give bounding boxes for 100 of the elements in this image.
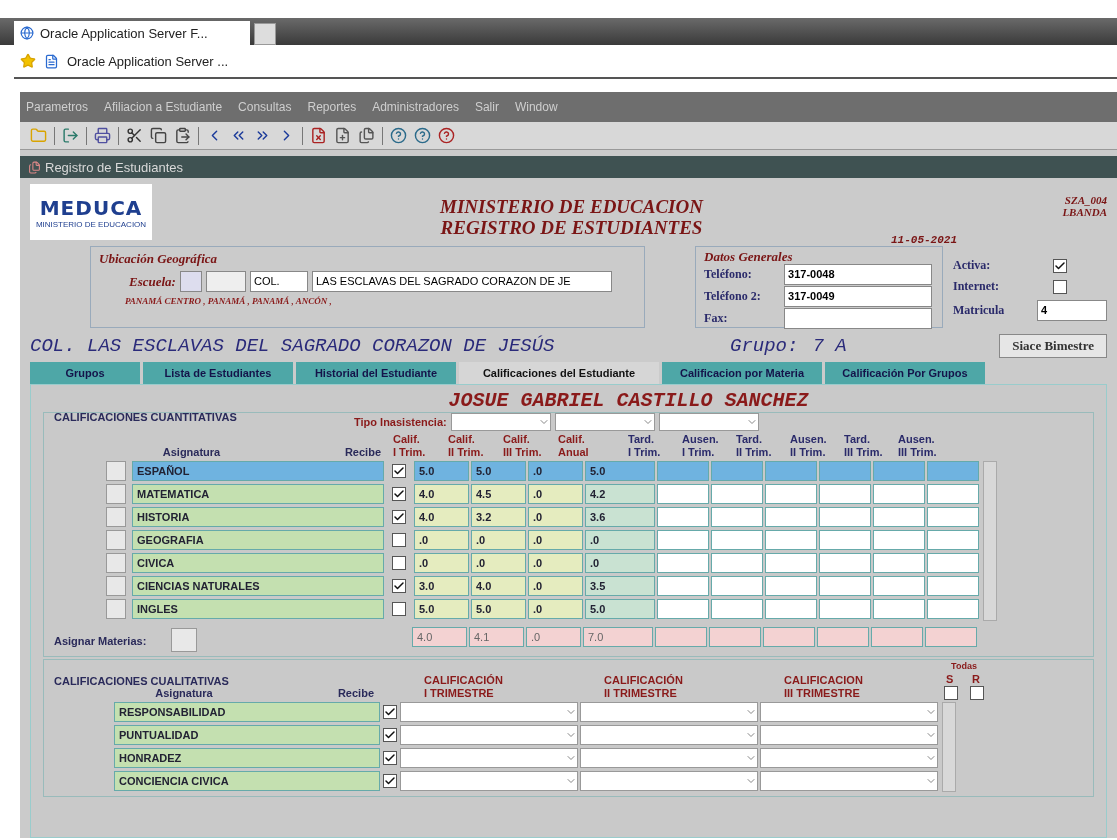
new-tab-button[interactable] xyxy=(254,23,276,45)
dropdown[interactable] xyxy=(580,725,758,745)
new-record-icon[interactable] xyxy=(334,127,351,144)
subject-cell[interactable]: ESPAÑOL xyxy=(132,461,384,481)
grade-cell[interactable]: 3.5 xyxy=(585,576,655,596)
dropdown[interactable] xyxy=(554,413,655,431)
row-button[interactable] xyxy=(106,553,126,573)
grade-cell[interactable]: .0 xyxy=(585,530,655,550)
receives-checkbox[interactable] xyxy=(383,728,397,742)
row-button[interactable] xyxy=(106,530,126,550)
receives-checkbox[interactable] xyxy=(392,602,406,616)
help-icon[interactable] xyxy=(414,127,431,144)
input-field[interactable]: 317-0049 xyxy=(784,286,933,307)
tab[interactable]: Lista de Estudiantes xyxy=(143,362,293,384)
folder-icon[interactable] xyxy=(30,127,47,144)
active-checkbox[interactable] xyxy=(1053,258,1067,273)
receives-checkbox[interactable] xyxy=(383,705,397,719)
dropdown[interactable] xyxy=(760,725,938,745)
help-icon[interactable] xyxy=(438,127,455,144)
dropdown[interactable] xyxy=(760,771,938,791)
dropdown[interactable] xyxy=(450,413,551,431)
dropdown[interactable] xyxy=(580,702,758,722)
grade-cell[interactable]: .0 xyxy=(414,530,469,550)
help-icon[interactable] xyxy=(390,127,407,144)
dropdown[interactable] xyxy=(760,702,938,722)
input-field[interactable] xyxy=(179,271,202,292)
absence-cell[interactable] xyxy=(711,507,763,527)
row-button[interactable] xyxy=(106,576,126,596)
absence-cell[interactable] xyxy=(657,530,709,550)
absence-cell[interactable] xyxy=(927,461,979,481)
paste-icon[interactable] xyxy=(174,127,191,144)
siace-button[interactable]: Siace Bimestre xyxy=(999,334,1107,358)
exit-icon[interactable] xyxy=(62,127,79,144)
grade-cell[interactable]: 5.0 xyxy=(414,599,469,619)
grade-cell[interactable]: 5.0 xyxy=(585,461,655,481)
absence-cell[interactable] xyxy=(927,507,979,527)
subject-cell[interactable]: CIVICA xyxy=(132,553,384,573)
dropdown[interactable] xyxy=(580,748,758,768)
receives-checkbox[interactable] xyxy=(392,510,406,524)
absence-cell[interactable] xyxy=(873,507,925,527)
absence-cell[interactable] xyxy=(873,599,925,619)
tab[interactable]: Calificaciones del Estudiante xyxy=(459,362,659,384)
subject-cell[interactable]: CIENCIAS NATURALES xyxy=(132,576,384,596)
absence-cell[interactable] xyxy=(657,599,709,619)
absence-cell[interactable] xyxy=(765,484,817,504)
grade-cell[interactable]: .0 xyxy=(471,553,526,573)
scrollbar[interactable] xyxy=(942,702,956,792)
grade-cell[interactable]: 3.0 xyxy=(414,576,469,596)
grade-cell[interactable]: .0 xyxy=(528,553,583,573)
absence-cell[interactable] xyxy=(873,576,925,596)
browser-tab[interactable]: Oracle Application Server F... xyxy=(14,21,250,45)
assign-button[interactable] xyxy=(171,628,197,652)
tab[interactable]: Calificacion por Materia xyxy=(662,362,822,384)
absence-cell[interactable] xyxy=(873,530,925,550)
delete-record-icon[interactable] xyxy=(310,127,327,144)
input-field[interactable]: COL. xyxy=(249,271,308,292)
absence-cell[interactable] xyxy=(765,576,817,596)
grade-cell[interactable]: .0 xyxy=(414,553,469,573)
absence-cell[interactable] xyxy=(819,599,871,619)
absence-cell[interactable] xyxy=(927,599,979,619)
tab[interactable]: Calificación Por Grupos xyxy=(825,362,985,384)
absence-cell[interactable] xyxy=(711,484,763,504)
grade-cell[interactable]: 5.0 xyxy=(471,599,526,619)
absence-cell[interactable] xyxy=(819,484,871,504)
absence-cell[interactable] xyxy=(657,576,709,596)
grade-cell[interactable]: 5.0 xyxy=(585,599,655,619)
subject-cell[interactable]: GEOGRAFIA xyxy=(132,530,384,550)
subject-cell[interactable]: MATEMATICA xyxy=(132,484,384,504)
absence-cell[interactable] xyxy=(765,553,817,573)
receives-checkbox[interactable] xyxy=(392,464,406,478)
absence-cell[interactable] xyxy=(873,461,925,481)
grade-cell[interactable]: .0 xyxy=(585,553,655,573)
scissors-icon[interactable] xyxy=(126,127,143,144)
grade-cell[interactable]: 4.0 xyxy=(414,484,469,504)
absence-cell[interactable] xyxy=(657,553,709,573)
absence-cell[interactable] xyxy=(765,599,817,619)
input-field[interactable] xyxy=(205,271,246,292)
grade-cell[interactable]: .0 xyxy=(528,576,583,596)
grade-cell[interactable]: .0 xyxy=(471,530,526,550)
grade-cell[interactable]: .0 xyxy=(528,461,583,481)
absence-cell[interactable] xyxy=(711,461,763,481)
internet-checkbox[interactable] xyxy=(1053,279,1067,294)
absence-cell[interactable] xyxy=(765,461,817,481)
scrollbar[interactable] xyxy=(983,461,997,621)
dropdown[interactable] xyxy=(658,413,759,431)
input-field[interactable] xyxy=(784,308,933,329)
absence-cell[interactable] xyxy=(657,484,709,504)
grade-cell[interactable]: 4.0 xyxy=(414,507,469,527)
absence-cell[interactable] xyxy=(657,507,709,527)
receives-checkbox[interactable] xyxy=(383,751,397,765)
receives-checkbox[interactable] xyxy=(392,556,406,570)
absence-cell[interactable] xyxy=(765,530,817,550)
grade-cell[interactable]: 5.0 xyxy=(414,461,469,481)
duplicate-icon[interactable] xyxy=(358,127,375,144)
receives-checkbox[interactable] xyxy=(392,579,406,593)
absence-cell[interactable] xyxy=(711,530,763,550)
absence-cell[interactable] xyxy=(819,530,871,550)
receives-checkbox[interactable] xyxy=(392,487,406,501)
grade-cell[interactable]: .0 xyxy=(528,507,583,527)
row-button[interactable] xyxy=(106,599,126,619)
